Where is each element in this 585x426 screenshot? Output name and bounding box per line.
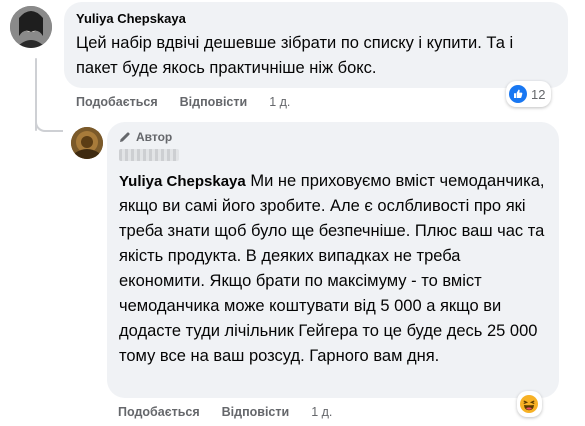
reply-button[interactable]: Відповісти [222, 405, 290, 419]
reaction-count-text: 12 [531, 86, 546, 102]
reply-text: Yuliya Chepskaya Ми не приховуємо вміст … [119, 169, 547, 369]
reaction-badge[interactable] [517, 391, 542, 417]
reply-body: Ми не приховуємо вміст чемоданчика, якщо… [119, 172, 545, 365]
comment-actions: Подобається Відповісти 1 д. [76, 95, 290, 109]
like-button[interactable]: Подобається [118, 405, 200, 419]
reply-actions: Подобається Відповісти 1 д. [118, 405, 332, 419]
pencil-icon [120, 132, 130, 142]
like-icon [509, 85, 527, 103]
comment-time[interactable]: 1 д. [269, 95, 290, 109]
comment-bubble: Yuliya Chepskaya Цей набір вдвічі дешевш… [64, 2, 568, 88]
blurred-author-name [119, 149, 179, 161]
commenter-name[interactable]: Yuliya Chepskaya [76, 11, 556, 27]
reply-button[interactable]: Відповісти [180, 95, 248, 109]
reply-bubble: Автор Yuliya Chepskaya Ми не приховуємо … [107, 122, 559, 398]
author-badge-label: Автор [136, 130, 173, 144]
reaction-count[interactable]: 12 [506, 81, 552, 107]
author-avatar[interactable] [71, 127, 103, 159]
like-button[interactable]: Подобається [76, 95, 158, 109]
mention-link[interactable]: Yuliya Chepskaya [119, 173, 246, 190]
author-badge: Автор [119, 129, 547, 145]
avatar[interactable] [10, 6, 52, 48]
comment-text: Цей набір вдвічі дешевше зібрати по спис… [76, 34, 514, 77]
haha-icon [520, 395, 538, 413]
thread-connector [35, 120, 63, 132]
reply-time[interactable]: 1 д. [311, 405, 332, 419]
